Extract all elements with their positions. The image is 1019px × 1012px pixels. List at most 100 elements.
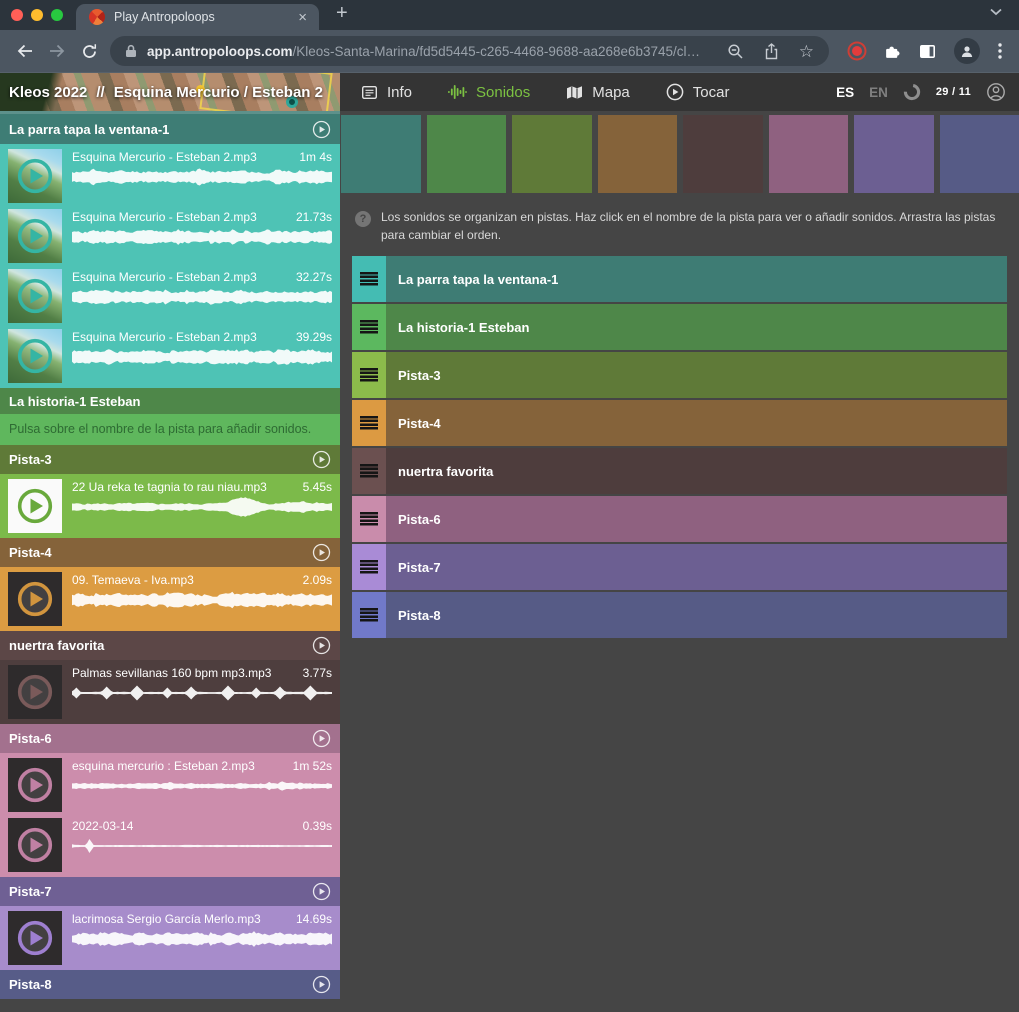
play-track-icon[interactable] bbox=[312, 975, 331, 994]
forward-button[interactable] bbox=[41, 35, 73, 67]
track-color-swatch[interactable] bbox=[512, 115, 592, 193]
recording-indicator-icon[interactable] bbox=[852, 46, 862, 56]
track-name: Pista-8 bbox=[9, 977, 52, 992]
play-track-icon[interactable] bbox=[312, 543, 331, 562]
clip-play-button[interactable] bbox=[8, 329, 62, 383]
share-icon[interactable] bbox=[764, 43, 779, 60]
clip-play-button[interactable] bbox=[8, 572, 62, 626]
audio-clip[interactable]: Esquina Mercurio - Esteban 2.mp332.27s bbox=[0, 264, 340, 324]
browser-menu-icon[interactable] bbox=[998, 43, 1002, 59]
profile-avatar[interactable] bbox=[954, 38, 980, 64]
drag-handle[interactable] bbox=[352, 544, 386, 590]
tab-close-icon[interactable]: × bbox=[292, 10, 313, 25]
track-color-swatch[interactable] bbox=[940, 115, 1019, 193]
track-header[interactable]: Pista-7 bbox=[0, 877, 340, 906]
drag-handle[interactable] bbox=[352, 256, 386, 302]
url-text: app.antropoloops.com/Kleos-Santa-Marina/… bbox=[147, 44, 717, 59]
track-row-list: La parra tapa la ventana-1La historia-1 … bbox=[352, 256, 1007, 638]
track-row[interactable]: Pista-4 bbox=[352, 400, 1007, 446]
extensions-puzzle-icon[interactable] bbox=[884, 43, 901, 60]
play-track-icon[interactable] bbox=[312, 729, 331, 748]
audio-clip[interactable]: esquina mercurio : Esteban 2.mp31m 52s bbox=[0, 753, 340, 813]
clip-play-button[interactable] bbox=[8, 758, 62, 812]
audio-clip[interactable]: lacrimosa Sergio García Merlo.mp314.69s bbox=[0, 906, 340, 966]
play-track-icon[interactable] bbox=[312, 882, 331, 901]
track-row-label: nuertra favorita bbox=[398, 464, 493, 479]
bookmark-star-icon[interactable]: ☆ bbox=[799, 43, 814, 60]
audio-clip[interactable]: 22 Ua reka te tagnia to rau niau.mp35.45… bbox=[0, 474, 340, 534]
track-row[interactable]: Pista-6 bbox=[352, 496, 1007, 542]
language-en-button[interactable]: EN bbox=[869, 85, 888, 100]
track-row[interactable]: nuertra favorita bbox=[352, 448, 1007, 494]
track-header[interactable]: Pista-8 bbox=[0, 970, 340, 999]
drag-handle[interactable] bbox=[352, 448, 386, 494]
drag-handle[interactable] bbox=[352, 352, 386, 398]
clip-waveform bbox=[72, 165, 332, 189]
drag-handle[interactable] bbox=[352, 400, 386, 446]
clip-play-button[interactable] bbox=[8, 911, 62, 965]
url-bar[interactable]: app.antropoloops.com/Kleos-Santa-Marina/… bbox=[110, 36, 829, 66]
track-row[interactable]: La historia-1 Esteban bbox=[352, 304, 1007, 350]
play-track-icon[interactable] bbox=[312, 120, 331, 139]
drag-handle-icon bbox=[360, 416, 378, 430]
tab-info[interactable]: Info bbox=[361, 84, 412, 101]
reload-button[interactable] bbox=[73, 35, 105, 67]
track-color-swatch[interactable] bbox=[854, 115, 934, 193]
track-header[interactable]: La parra tapa la ventana-1 bbox=[0, 111, 340, 144]
tab-search-chevron-icon[interactable] bbox=[990, 8, 1019, 16]
clip-waveform bbox=[72, 495, 332, 519]
clip-waveform bbox=[72, 588, 332, 612]
back-button[interactable] bbox=[9, 35, 41, 67]
drag-handle[interactable] bbox=[352, 592, 386, 638]
side-panel-icon[interactable] bbox=[919, 44, 936, 59]
track-color-swatch[interactable] bbox=[341, 115, 421, 193]
audio-clip[interactable]: Esquina Mercurio - Esteban 2.mp31m 4s bbox=[0, 144, 340, 204]
track-header[interactable]: Pista-3 bbox=[0, 445, 340, 474]
clip-play-button[interactable] bbox=[8, 209, 62, 263]
account-icon[interactable] bbox=[986, 82, 1006, 102]
new-tab-button[interactable]: + bbox=[319, 3, 348, 23]
track-row[interactable]: Pista-8 bbox=[352, 592, 1007, 638]
clip-play-button[interactable] bbox=[8, 479, 62, 533]
language-es-button[interactable]: ES bbox=[836, 85, 854, 100]
track-name: Pista-3 bbox=[9, 452, 52, 467]
track-header[interactable]: La historia-1 Esteban bbox=[0, 388, 340, 414]
audio-clip[interactable]: Esquina Mercurio - Esteban 2.mp339.29s bbox=[0, 324, 340, 384]
track-color-swatch[interactable] bbox=[683, 115, 763, 193]
window-close-button[interactable] bbox=[11, 9, 23, 21]
track-header[interactable]: Pista-4 bbox=[0, 538, 340, 567]
track-color-swatch[interactable] bbox=[427, 115, 507, 193]
track-header[interactable]: nuertra favorita bbox=[0, 631, 340, 660]
play-track-icon[interactable] bbox=[312, 636, 331, 655]
browser-tab[interactable]: Play Antropoloops × bbox=[76, 4, 319, 30]
track-color-swatch[interactable] bbox=[769, 115, 849, 193]
tab-sonidos[interactable]: Sonidos bbox=[448, 84, 530, 101]
clip-filename: lacrimosa Sergio García Merlo.mp3 bbox=[72, 912, 261, 926]
track-color-swatch[interactable] bbox=[598, 115, 678, 193]
project-banner[interactable]: Kleos 2022 // Esquina Mercurio / Esteban… bbox=[0, 73, 340, 111]
clip-play-button[interactable] bbox=[8, 149, 62, 203]
clip-play-button[interactable] bbox=[8, 269, 62, 323]
clip-play-button[interactable] bbox=[8, 665, 62, 719]
tab-mapa[interactable]: Mapa bbox=[566, 84, 630, 101]
audio-clip[interactable]: Palmas sevillanas 160 bpm mp3.mp33.77s bbox=[0, 660, 340, 720]
window-minimize-button[interactable] bbox=[31, 9, 43, 21]
clip-list: Palmas sevillanas 160 bpm mp3.mp33.77s bbox=[0, 660, 340, 724]
waveform-icon bbox=[448, 84, 467, 100]
track-row[interactable]: La parra tapa la ventana-1 bbox=[352, 256, 1007, 302]
tab-tocar[interactable]: Tocar bbox=[666, 83, 730, 101]
audio-clip[interactable]: Esquina Mercurio - Esteban 2.mp321.73s bbox=[0, 204, 340, 264]
main-area: La parra tapa la ventana-1Esquina Mercur… bbox=[0, 111, 1019, 1012]
track-row[interactable]: Pista-3 bbox=[352, 352, 1007, 398]
audio-clip[interactable]: 2022-03-140.39s bbox=[0, 813, 340, 873]
drag-handle[interactable] bbox=[352, 304, 386, 350]
track-row[interactable]: Pista-7 bbox=[352, 544, 1007, 590]
window-maximize-button[interactable] bbox=[51, 9, 63, 21]
drag-handle[interactable] bbox=[352, 496, 386, 542]
audio-clip[interactable]: 09. Temaeva - Iva.mp32.09s bbox=[0, 567, 340, 627]
zoom-out-icon[interactable] bbox=[727, 43, 744, 60]
clip-play-button[interactable] bbox=[8, 818, 62, 872]
window-controls bbox=[0, 0, 76, 30]
track-header[interactable]: Pista-6 bbox=[0, 724, 340, 753]
play-track-icon[interactable] bbox=[312, 450, 331, 469]
